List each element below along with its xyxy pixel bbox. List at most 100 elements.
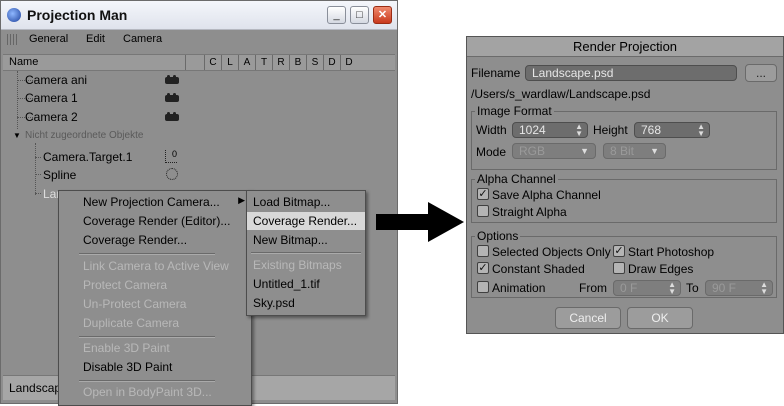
- dialog-title: Render Projection: [467, 37, 783, 57]
- context-menu: New Projection Camera... ▶ Coverage Rend…: [58, 190, 252, 406]
- close-button[interactable]: ✕: [373, 6, 392, 24]
- column-d2[interactable]: D: [340, 55, 357, 70]
- menu-general[interactable]: General: [29, 33, 68, 45]
- stepper-icon[interactable]: ▲ ▼: [575, 123, 583, 138]
- menu-item-label: Existing Bitmaps: [253, 258, 342, 272]
- status-text: Landscap: [9, 381, 62, 395]
- draw-edges-label: Draw Edges: [628, 262, 694, 276]
- tree-item-unassigned-group[interactable]: ▼ Nicht zugeordnete Objekte: [3, 128, 395, 146]
- submenu-arrow-icon: ▶: [238, 195, 245, 205]
- chevron-down-icon: ▼: [580, 146, 589, 156]
- filename-value: Landscape.psd: [532, 66, 614, 80]
- start-photoshop-label: Start Photoshop: [628, 245, 715, 259]
- title-bar[interactable]: Projection Man _ □ ✕: [1, 1, 397, 30]
- straight-alpha-checkbox[interactable]: [477, 205, 489, 217]
- save-alpha-checkbox[interactable]: ✓: [477, 188, 489, 200]
- submenu-item-load-bitmap[interactable]: Load Bitmap...: [247, 193, 365, 211]
- menu-item-label: Disable 3D Paint: [83, 360, 173, 374]
- height-label: Height: [593, 123, 628, 137]
- ok-button[interactable]: OK: [627, 307, 693, 329]
- cancel-button[interactable]: Cancel: [555, 307, 621, 329]
- from-value: 0 F: [620, 281, 638, 295]
- menu-item-new-projection-camera[interactable]: New Projection Camera... ▶: [59, 193, 251, 211]
- menu-item-coverage-render-editor[interactable]: Coverage Render (Editor)...: [59, 212, 251, 230]
- maximize-button[interactable]: □: [350, 6, 369, 24]
- tree-item-label: Camera 2: [25, 110, 78, 124]
- column-c[interactable]: C: [204, 55, 221, 70]
- bit-depth-select[interactable]: 8 Bit ▼: [603, 143, 666, 159]
- column-l[interactable]: L: [221, 55, 238, 70]
- window-title: Projection Man: [27, 7, 128, 23]
- menu-edit[interactable]: Edit: [86, 33, 105, 45]
- height-input[interactable]: 768 ▲ ▼: [634, 122, 710, 138]
- menu-item-label: Coverage Render...: [253, 214, 358, 228]
- menu-item-coverage-render[interactable]: Coverage Render...: [59, 231, 251, 249]
- bit-depth-value: 8 Bit: [610, 144, 635, 158]
- stepper-icon[interactable]: ▲ ▼: [760, 281, 768, 296]
- minimize-button[interactable]: _: [327, 6, 346, 24]
- file-path: /Users/s_wardlaw/Landscape.psd: [471, 87, 651, 101]
- filename-input[interactable]: Landscape.psd: [525, 65, 737, 81]
- tree-item-label: Camera ani: [25, 73, 88, 87]
- selected-only-checkbox[interactable]: [477, 245, 489, 257]
- column-d1[interactable]: D: [323, 55, 340, 70]
- save-alpha-label: Save Alpha Channel: [492, 188, 601, 202]
- menu-separator: [79, 253, 215, 255]
- menu-separator: [79, 336, 215, 338]
- expand-triangle-icon[interactable]: ▼: [13, 131, 21, 140]
- draw-edges-checkbox[interactable]: [613, 262, 625, 274]
- tree-item-camera-1[interactable]: Camera 1: [3, 89, 395, 107]
- submenu-item-coverage-render[interactable]: Coverage Render...: [247, 212, 365, 230]
- tree-item-camera-target[interactable]: Camera.Target.1 0: [3, 148, 395, 166]
- menu-separator: [79, 380, 215, 382]
- to-input[interactable]: 90 F ▲ ▼: [705, 280, 773, 296]
- width-input[interactable]: 1024 ▲ ▼: [512, 122, 588, 138]
- selected-only-label: Selected Objects Only: [492, 245, 611, 259]
- menu-item-label: Coverage Render (Editor)...: [83, 214, 231, 228]
- menu-item-label: Untitled_1.tif: [253, 277, 320, 291]
- submenu-item-untitled-tif[interactable]: Untitled_1.tif: [247, 275, 365, 293]
- image-format-title: Image Format: [475, 104, 554, 118]
- column-name[interactable]: Name: [9, 56, 38, 68]
- menu-separator: [251, 252, 361, 254]
- width-label: Width: [476, 123, 507, 137]
- submenu-item-existing-bitmaps: Existing Bitmaps: [247, 256, 365, 274]
- menu-item-label: Coverage Render...: [83, 233, 188, 247]
- browse-button[interactable]: ...: [745, 64, 777, 82]
- column-t[interactable]: T: [255, 55, 272, 70]
- start-photoshop-checkbox[interactable]: ✓: [613, 245, 625, 257]
- to-label: To: [686, 281, 699, 295]
- column-s[interactable]: S: [306, 55, 323, 70]
- menu-camera[interactable]: Camera: [123, 33, 162, 45]
- render-projection-dialog: Render Projection Filename Landscape.psd…: [466, 36, 784, 334]
- stepper-icon[interactable]: ▲ ▼: [697, 123, 705, 138]
- menu-item-label: New Bitmap...: [253, 233, 328, 247]
- menu-item-label: Link Camera to Active View: [83, 259, 229, 273]
- menu-item-link-camera: Link Camera to Active View: [59, 257, 251, 275]
- drag-grip-icon[interactable]: [7, 34, 17, 45]
- column-b[interactable]: B: [289, 55, 306, 70]
- tree-item-spline[interactable]: Spline: [3, 166, 395, 184]
- menu-item-disable-3d-paint[interactable]: Disable 3D Paint: [59, 358, 251, 376]
- null-object-icon: 0: [165, 150, 177, 163]
- constant-shaded-checkbox[interactable]: ✓: [477, 262, 489, 274]
- tree-item-camera-2[interactable]: Camera 2: [3, 108, 395, 126]
- column-r[interactable]: R: [272, 55, 289, 70]
- constant-shaded-label: Constant Shaded: [492, 262, 585, 276]
- submenu-item-sky-psd[interactable]: Sky.psd: [247, 294, 365, 312]
- right-arrow-icon: [376, 202, 464, 242]
- stepper-icon[interactable]: ▲ ▼: [668, 281, 676, 296]
- alpha-channel-title: Alpha Channel: [475, 172, 558, 186]
- column-a[interactable]: A: [238, 55, 255, 70]
- from-input[interactable]: 0 F ▲ ▼: [613, 280, 681, 296]
- image-format-group: [471, 111, 777, 170]
- tree-item-camera-ani[interactable]: Camera ani: [3, 71, 395, 89]
- mode-select[interactable]: RGB ▼: [512, 143, 596, 159]
- menu-item-enable-3d-paint: Enable 3D Paint: [59, 339, 251, 357]
- menu-item-label: Protect Camera: [83, 278, 168, 292]
- straight-alpha-label: Straight Alpha: [492, 205, 567, 219]
- tree-item-label: Camera.Target.1: [43, 150, 133, 164]
- animation-checkbox[interactable]: [477, 281, 489, 293]
- submenu-item-new-bitmap[interactable]: New Bitmap...: [247, 231, 365, 249]
- menu-item-label: Open in BodyPaint 3D...: [83, 385, 212, 399]
